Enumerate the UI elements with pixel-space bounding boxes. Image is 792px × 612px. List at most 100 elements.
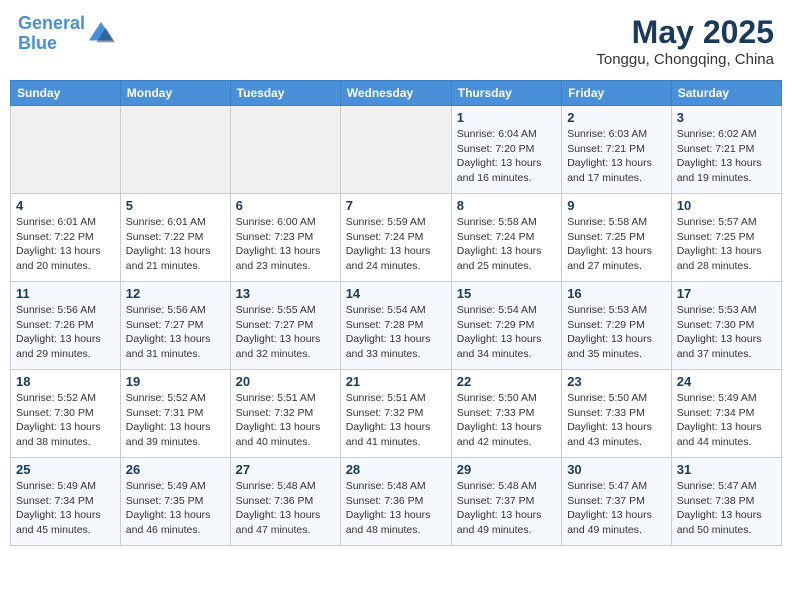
day-info: Sunrise: 5:58 AM Sunset: 7:24 PM Dayligh… — [457, 215, 556, 274]
calendar-cell — [11, 106, 121, 194]
logo-text: GeneralBlue — [18, 14, 85, 54]
day-number: 18 — [16, 374, 115, 389]
day-info: Sunrise: 6:01 AM Sunset: 7:22 PM Dayligh… — [16, 215, 115, 274]
title-block: May 2025 Tonggu, Chongqing, China — [596, 14, 774, 68]
day-number: 11 — [16, 286, 115, 301]
calendar-cell: 29 Sunrise: 5:48 AM Sunset: 7:37 PM Dayli… — [451, 458, 561, 546]
calendar-week-row: 25 Sunrise: 5:49 AM Sunset: 7:34 PM Dayli… — [11, 458, 782, 546]
calendar-cell: 10Sunrise: 5:57 AM Sunset: 7:25 PM Dayli… — [671, 194, 781, 282]
calendar-cell: 14Sunrise: 5:54 AM Sunset: 7:28 PM Dayli… — [340, 282, 451, 370]
calendar-week-row: 1 Sunrise: 6:04 AM Sunset: 7:20 PM Daylig… — [11, 106, 782, 194]
calendar-cell: 21 Sunrise: 5:51 AM Sunset: 7:32 PM Dayli… — [340, 370, 451, 458]
day-number: 30 — [567, 462, 666, 477]
calendar-week-row: 11 Sunrise: 5:56 AM Sunset: 7:26 PM Dayli… — [11, 282, 782, 370]
day-number: 29 — [457, 462, 556, 477]
calendar-cell: 7Sunrise: 5:59 AM Sunset: 7:24 PM Daylig… — [340, 194, 451, 282]
day-info: Sunrise: 5:51 AM Sunset: 7:32 PM Dayligh… — [346, 391, 446, 450]
day-number: 25 — [16, 462, 115, 477]
day-number: 2 — [567, 110, 666, 125]
day-number: 27 — [236, 462, 335, 477]
day-info: Sunrise: 5:49 AM Sunset: 7:34 PM Dayligh… — [16, 479, 115, 538]
calendar-cell: 5 Sunrise: 6:01 AM Sunset: 7:22 PM Daylig… — [120, 194, 230, 282]
day-info: Sunrise: 6:02 AM Sunset: 7:21 PM Dayligh… — [677, 127, 776, 186]
day-info: Sunrise: 5:52 AM Sunset: 7:30 PM Dayligh… — [16, 391, 115, 450]
day-info: Sunrise: 6:04 AM Sunset: 7:20 PM Dayligh… — [457, 127, 556, 186]
day-info: Sunrise: 5:54 AM Sunset: 7:29 PM Dayligh… — [457, 303, 556, 362]
day-info: Sunrise: 5:48 AM Sunset: 7:37 PM Dayligh… — [457, 479, 556, 538]
day-number: 5 — [126, 198, 225, 213]
calendar-cell: 22Sunrise: 5:50 AM Sunset: 7:33 PM Dayli… — [451, 370, 561, 458]
day-info: Sunrise: 6:01 AM Sunset: 7:22 PM Dayligh… — [126, 215, 225, 274]
day-info: Sunrise: 5:48 AM Sunset: 7:36 PM Dayligh… — [346, 479, 446, 538]
month-title: May 2025 — [596, 14, 774, 51]
day-info: Sunrise: 5:50 AM Sunset: 7:33 PM Dayligh… — [567, 391, 666, 450]
calendar-cell: 3 Sunrise: 6:02 AM Sunset: 7:21 PM Daylig… — [671, 106, 781, 194]
day-number: 1 — [457, 110, 556, 125]
page-header: GeneralBlue May 2025 Tonggu, Chongqing, … — [10, 10, 782, 72]
calendar-cell — [340, 106, 451, 194]
day-number: 3 — [677, 110, 776, 125]
calendar-cell — [120, 106, 230, 194]
day-number: 17 — [677, 286, 776, 301]
day-info: Sunrise: 6:03 AM Sunset: 7:21 PM Dayligh… — [567, 127, 666, 186]
day-info: Sunrise: 5:52 AM Sunset: 7:31 PM Dayligh… — [126, 391, 225, 450]
day-number: 7 — [346, 198, 446, 213]
day-number: 28 — [346, 462, 446, 477]
day-number: 6 — [236, 198, 335, 213]
location: Tonggu, Chongqing, China — [596, 51, 774, 68]
day-info: Sunrise: 5:49 AM Sunset: 7:34 PM Dayligh… — [677, 391, 776, 450]
calendar-cell: 4 Sunrise: 6:01 AM Sunset: 7:22 PM Daylig… — [11, 194, 121, 282]
day-number: 31 — [677, 462, 776, 477]
day-number: 9 — [567, 198, 666, 213]
weekday-header-wednesday: Wednesday — [340, 81, 451, 106]
day-info: Sunrise: 5:57 AM Sunset: 7:25 PM Dayligh… — [677, 215, 776, 274]
day-number: 16 — [567, 286, 666, 301]
day-info: Sunrise: 5:53 AM Sunset: 7:30 PM Dayligh… — [677, 303, 776, 362]
calendar-cell: 30 Sunrise: 5:47 AM Sunset: 7:37 PM Dayli… — [562, 458, 672, 546]
calendar-table: SundayMondayTuesdayWednesdayThursdayFrid… — [10, 80, 782, 546]
day-number: 26 — [126, 462, 225, 477]
calendar-cell: 19 Sunrise: 5:52 AM Sunset: 7:31 PM Dayli… — [120, 370, 230, 458]
day-number: 14 — [346, 286, 446, 301]
day-info: Sunrise: 5:47 AM Sunset: 7:37 PM Dayligh… — [567, 479, 666, 538]
logo: GeneralBlue — [18, 14, 115, 54]
calendar-cell: 26Sunrise: 5:49 AM Sunset: 7:35 PM Dayli… — [120, 458, 230, 546]
day-info: Sunrise: 6:00 AM Sunset: 7:23 PM Dayligh… — [236, 215, 335, 274]
day-number: 24 — [677, 374, 776, 389]
calendar-cell: 18 Sunrise: 5:52 AM Sunset: 7:30 PM Dayli… — [11, 370, 121, 458]
day-info: Sunrise: 5:51 AM Sunset: 7:32 PM Dayligh… — [236, 391, 335, 450]
day-number: 21 — [346, 374, 446, 389]
day-info: Sunrise: 5:56 AM Sunset: 7:26 PM Dayligh… — [16, 303, 115, 362]
calendar-week-row: 4 Sunrise: 6:01 AM Sunset: 7:22 PM Daylig… — [11, 194, 782, 282]
day-number: 15 — [457, 286, 556, 301]
weekday-header-friday: Friday — [562, 81, 672, 106]
calendar-cell: 13Sunrise: 5:55 AM Sunset: 7:27 PM Dayli… — [230, 282, 340, 370]
calendar-cell: 15 Sunrise: 5:54 AM Sunset: 7:29 PM Dayli… — [451, 282, 561, 370]
day-info: Sunrise: 5:56 AM Sunset: 7:27 PM Dayligh… — [126, 303, 225, 362]
day-number: 12 — [126, 286, 225, 301]
calendar-cell: 24 Sunrise: 5:49 AM Sunset: 7:34 PM Dayli… — [671, 370, 781, 458]
calendar-cell: 11 Sunrise: 5:56 AM Sunset: 7:26 PM Dayli… — [11, 282, 121, 370]
weekday-header-thursday: Thursday — [451, 81, 561, 106]
calendar-cell: 12 Sunrise: 5:56 AM Sunset: 7:27 PM Dayli… — [120, 282, 230, 370]
weekday-header-tuesday: Tuesday — [230, 81, 340, 106]
weekday-header-row: SundayMondayTuesdayWednesdayThursdayFrid… — [11, 81, 782, 106]
day-info: Sunrise: 5:53 AM Sunset: 7:29 PM Dayligh… — [567, 303, 666, 362]
weekday-header-saturday: Saturday — [671, 81, 781, 106]
calendar-cell: 28 Sunrise: 5:48 AM Sunset: 7:36 PM Dayli… — [340, 458, 451, 546]
day-number: 8 — [457, 198, 556, 213]
calendar-cell: 27 Sunrise: 5:48 AM Sunset: 7:36 PM Dayli… — [230, 458, 340, 546]
day-number: 19 — [126, 374, 225, 389]
day-info: Sunrise: 5:48 AM Sunset: 7:36 PM Dayligh… — [236, 479, 335, 538]
calendar-cell: 20 Sunrise: 5:51 AM Sunset: 7:32 PM Dayli… — [230, 370, 340, 458]
day-number: 22 — [457, 374, 556, 389]
calendar-cell — [230, 106, 340, 194]
day-number: 4 — [16, 198, 115, 213]
day-number: 13 — [236, 286, 335, 301]
day-number: 20 — [236, 374, 335, 389]
logo-icon — [87, 20, 115, 48]
weekday-header-monday: Monday — [120, 81, 230, 106]
day-info: Sunrise: 5:58 AM Sunset: 7:25 PM Dayligh… — [567, 215, 666, 274]
calendar-cell: 2 Sunrise: 6:03 AM Sunset: 7:21 PM Daylig… — [562, 106, 672, 194]
calendar-cell: 17 Sunrise: 5:53 AM Sunset: 7:30 PM Dayli… — [671, 282, 781, 370]
